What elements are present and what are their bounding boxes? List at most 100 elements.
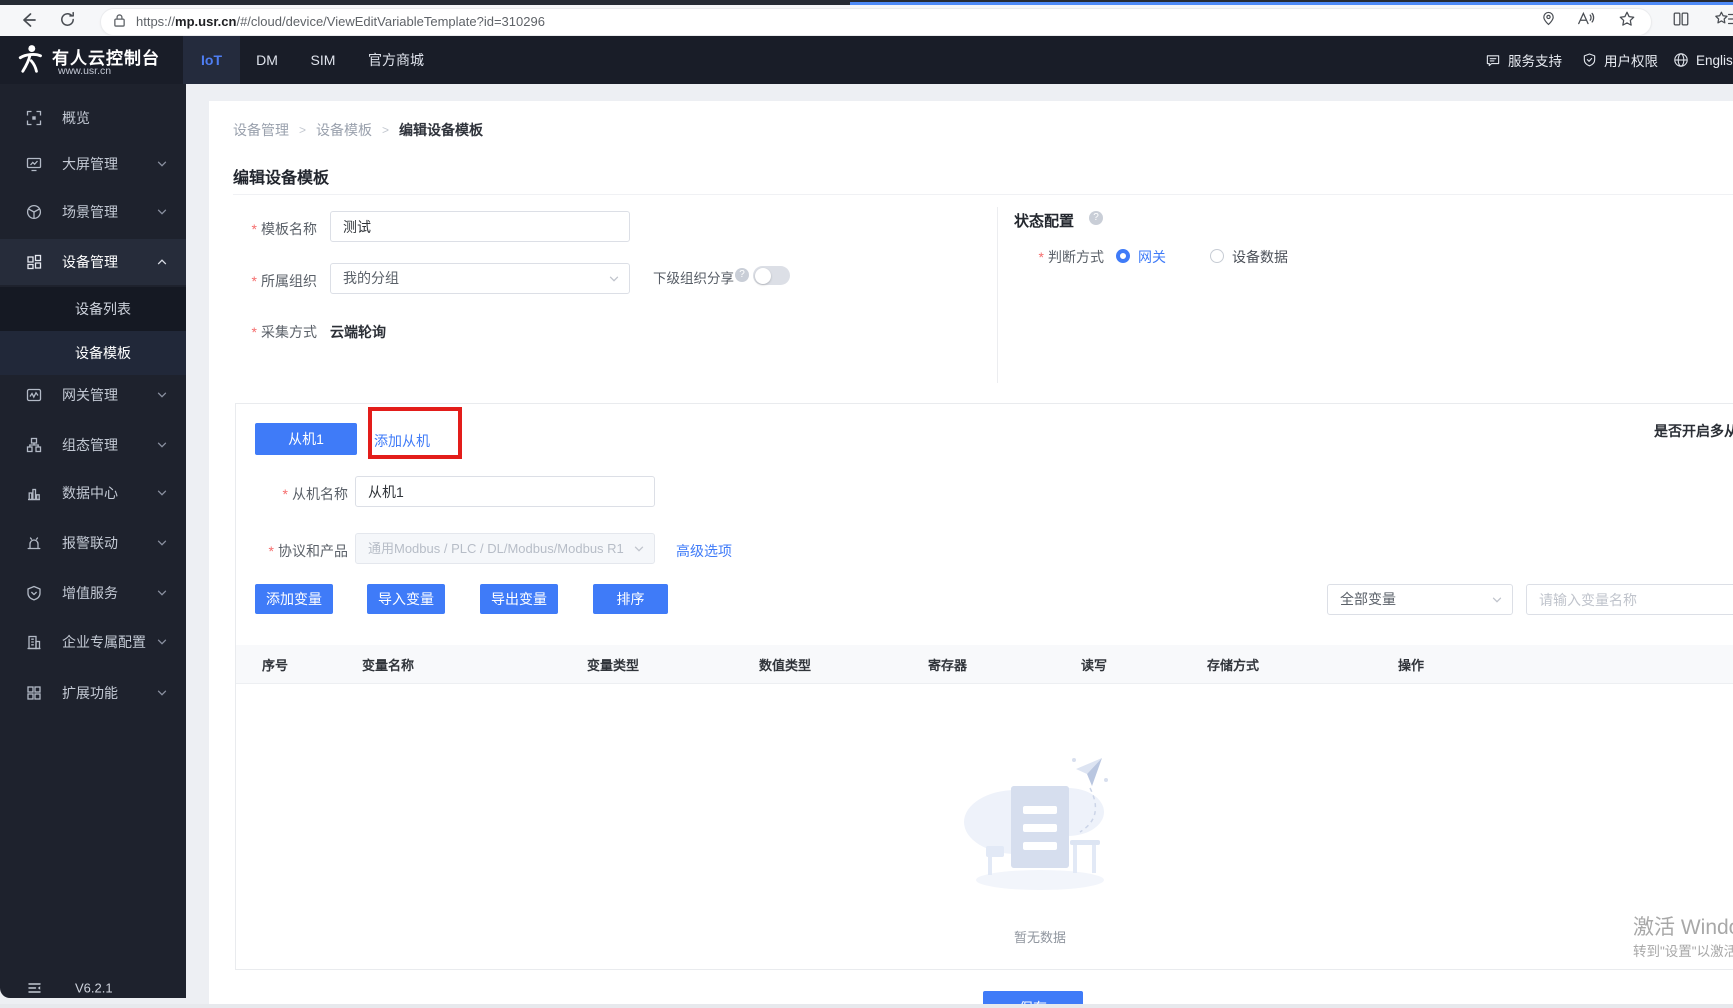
usr-logo-icon[interactable]	[12, 42, 48, 78]
variable-filter-select[interactable]: 全部变量	[1327, 584, 1513, 615]
split-screen-icon[interactable]	[1672, 10, 1690, 28]
org-tree-icon	[26, 437, 42, 453]
geolocation-icon[interactable]	[1540, 10, 1557, 27]
building-icon	[26, 634, 42, 650]
url-path: /#/cloud/device/ViewEditVariableTemplate…	[236, 14, 545, 29]
windows-activation-watermark-line2: 转到"设置"以激活 Windows。	[1633, 944, 1733, 959]
chevron-down-icon	[156, 687, 168, 699]
organization-label: * 所属组织	[251, 273, 317, 289]
tab-sim[interactable]: SIM	[300, 36, 346, 84]
radio-device-data[interactable]	[1210, 249, 1224, 263]
version-label: V6.2.1	[75, 980, 113, 996]
empty-state-illustration	[950, 750, 1130, 900]
sub-org-share-label: 下级组织分享	[653, 271, 734, 286]
sidebar-item-device-template[interactable]: 设备模板	[0, 331, 186, 375]
slave-name-input[interactable]	[355, 476, 655, 507]
col-register: 寄存器	[928, 657, 968, 673]
table-header-row: 序号 变量名称 变量类型 数值类型 寄存器 读写 存储方式 操作	[236, 645, 1733, 684]
language-menu[interactable]: English	[1673, 36, 1733, 84]
sort-button[interactable]: 排序	[593, 584, 668, 614]
badge-shield-icon	[26, 585, 42, 601]
breadcrumb-device-template[interactable]: 设备模板	[316, 120, 372, 140]
col-actions: 操作	[1398, 657, 1425, 673]
chat-icon	[1485, 53, 1501, 68]
sidebar-item-data-center[interactable]: 数据中心	[0, 470, 186, 516]
status-config-title: 状态配置	[1014, 213, 1075, 230]
sidebar-item-enterprise-config[interactable]: 企业专属配置	[0, 619, 186, 665]
lock-icon[interactable]	[113, 13, 126, 28]
variable-search-input[interactable]	[1526, 584, 1733, 615]
empty-state-text: 暂无数据	[1013, 930, 1066, 945]
sidebar-item-gateway-mgmt[interactable]: 网关管理	[0, 372, 186, 418]
protocol-label: * 协议和产品	[268, 543, 348, 559]
sidebar-item-screen-mgmt[interactable]: 大屏管理	[0, 141, 186, 187]
col-index: 序号	[262, 657, 289, 673]
chevron-down-icon	[156, 587, 168, 599]
support-menu[interactable]: 服务支持	[1485, 36, 1562, 84]
collapse-menu-icon[interactable]	[26, 980, 43, 996]
globe-icon	[1673, 52, 1689, 68]
judge-method-label: * 判断方式	[1038, 249, 1104, 265]
breadcrumb-current: 编辑设备模板	[399, 122, 484, 138]
chevron-down-icon	[156, 487, 168, 499]
sidebar-item-overview[interactable]: 概览	[0, 95, 186, 141]
scene-cube-icon	[26, 204, 42, 220]
logo-subtitle: www.usr.cn	[58, 65, 112, 77]
template-name-input[interactable]	[330, 211, 630, 242]
radio-device-data-label[interactable]: 设备数据	[1232, 247, 1288, 267]
sidebar-item-device-mgmt[interactable]: 设备管理	[0, 239, 186, 285]
chevron-down-icon	[608, 273, 620, 285]
col-read-write: 读写	[1081, 657, 1108, 673]
collect-method-label: * 采集方式	[251, 324, 317, 340]
advanced-options-link[interactable]: 高级选项	[676, 541, 732, 561]
alarm-siren-icon	[26, 535, 42, 551]
template-name-label: * 模板名称	[251, 221, 317, 237]
sidebar-item-alarm-linkage[interactable]: 报警联动	[0, 520, 186, 566]
shield-icon	[1582, 52, 1597, 68]
breadcrumb: 设备管理 > 设备模板 > 编辑设备模板	[233, 120, 483, 140]
screen: https://mp.usr.cn/#/cloud/device/ViewEdi…	[0, 0, 1733, 1008]
breadcrumb-separator: >	[382, 123, 390, 137]
read-aloud-icon[interactable]	[1576, 10, 1595, 27]
slave-tab-button[interactable]: 从机1	[255, 423, 357, 455]
sidebar-item-device-list[interactable]: 设备列表	[0, 287, 186, 331]
import-variable-button[interactable]: 导入变量	[367, 584, 445, 614]
form-divider-vertical	[997, 207, 998, 383]
organization-select[interactable]: 我的分组	[330, 263, 630, 294]
permissions-menu[interactable]: 用户权限	[1582, 36, 1658, 84]
sidebar-item-extensions[interactable]: 扩展功能	[0, 670, 186, 716]
url-text[interactable]: https://mp.usr.cn/#/cloud/device/ViewEdi…	[136, 14, 545, 29]
chevron-down-icon	[1491, 594, 1503, 606]
help-icon[interactable]: ?	[735, 268, 749, 282]
sub-org-share-toggle[interactable]	[753, 266, 790, 285]
sidebar-item-value-added-services[interactable]: 增值服务	[0, 570, 186, 616]
apps-grid-icon	[26, 685, 42, 701]
tab-official-mall[interactable]: 官方商城	[356, 36, 436, 84]
col-variable-name: 变量名称	[362, 657, 415, 673]
favorite-star-icon[interactable]	[1618, 10, 1636, 28]
add-variable-button[interactable]: 添加变量	[255, 584, 333, 614]
tab-iot[interactable]: IoT	[183, 36, 240, 84]
gateway-monitor-icon	[26, 387, 42, 403]
bar-chart-icon	[26, 485, 42, 501]
page-title: 编辑设备模板	[233, 170, 330, 187]
protocol-select: 通用Modbus / PLC / DL/Modbus/Modbus R1	[355, 533, 655, 564]
help-icon[interactable]: ?	[1089, 211, 1103, 225]
chevron-up-icon	[156, 256, 168, 268]
add-slave-link[interactable]: 添加从机	[374, 431, 430, 451]
chevron-down-icon	[156, 158, 168, 170]
bottom-edge-strip	[0, 1004, 1733, 1008]
back-button[interactable]	[18, 10, 38, 30]
refresh-button[interactable]	[58, 10, 77, 29]
breadcrumb-device-mgmt[interactable]: 设备管理	[233, 120, 289, 140]
favorites-list-icon[interactable]	[1714, 10, 1733, 28]
tab-dm[interactable]: DM	[244, 36, 290, 84]
radio-gateway[interactable]	[1116, 249, 1130, 263]
sidebar-item-configuration-mgmt[interactable]: 组态管理	[0, 422, 186, 468]
sidebar-item-scene-mgmt[interactable]: 场景管理	[0, 189, 186, 235]
export-variable-button[interactable]: 导出变量	[480, 584, 558, 614]
radio-gateway-label[interactable]: 网关	[1138, 247, 1166, 267]
col-variable-type: 变量类型	[587, 657, 640, 673]
url-scheme: https://	[136, 14, 176, 29]
big-screen-icon	[26, 156, 42, 172]
